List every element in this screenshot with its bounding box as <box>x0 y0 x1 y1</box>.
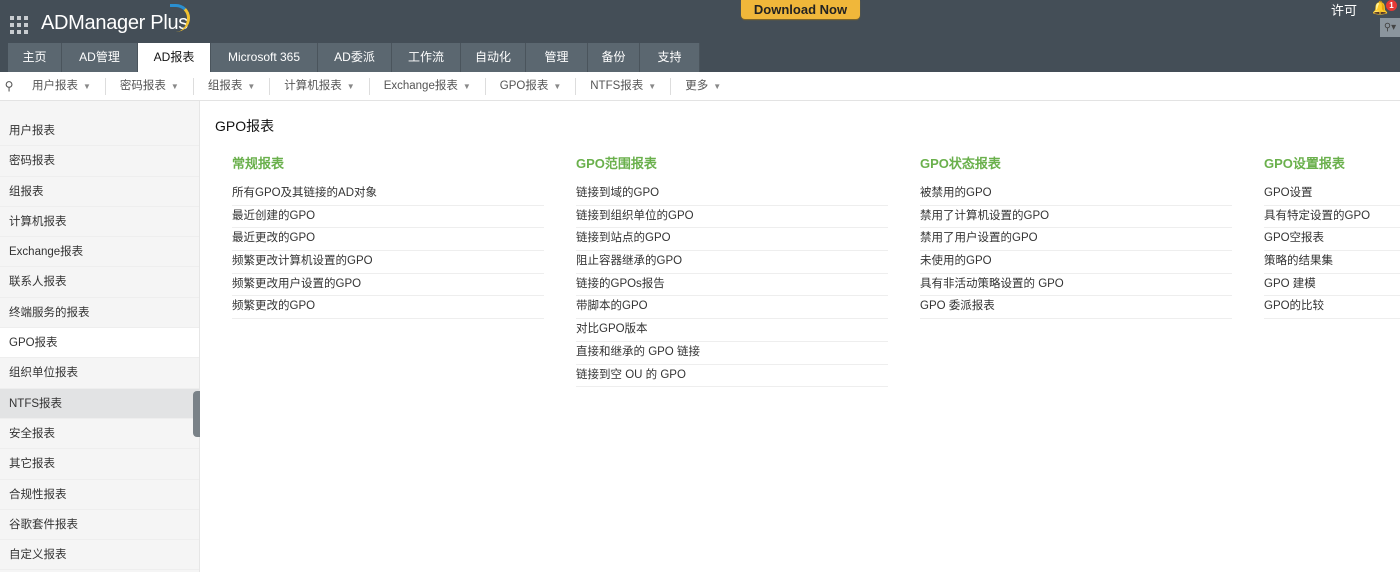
sidebar-item[interactable]: 终端服务的报表 <box>0 298 199 329</box>
license-link[interactable]: 许可 <box>1331 0 1357 19</box>
report-link[interactable]: 链接到空 OU 的 GPO <box>576 365 888 388</box>
subnav-password-reports[interactable]: 密码报表 ▼ <box>106 77 194 95</box>
subnav-label: 用户报表 <box>32 79 78 92</box>
subnav-label: 计算机报表 <box>284 79 342 92</box>
caret-down-icon: ▼ <box>713 81 722 91</box>
report-category-column: GPO状态报表被禁用的GPO 禁用了计算机设置的GPO 禁用了用户设置的GPO 未使用… <box>920 153 1232 320</box>
subnav-label: 密码报表 <box>119 79 166 92</box>
report-link[interactable]: 未使用的GPO <box>920 251 1232 274</box>
tab-ad-delegation[interactable]: AD委派 <box>318 43 392 72</box>
tab-home[interactable]: 主页 <box>8 43 62 72</box>
subnav-label: NTFS报表 <box>590 79 644 92</box>
sidebar-item[interactable]: 谷歌套件报表 <box>0 510 199 541</box>
sidebar-item[interactable]: 组织单位报表 <box>0 358 199 389</box>
subnav-label: 更多 <box>685 79 709 92</box>
category-title: GPO设置报表 <box>1264 156 1345 171</box>
sidebar-item[interactable]: 组报表 <box>0 177 199 207</box>
subnav-more[interactable]: 更多 ▼ <box>671 78 735 95</box>
subnav-label: Exchange报表 <box>383 79 458 92</box>
sidebar-item[interactable]: 联系人报表 <box>0 267 199 298</box>
report-link[interactable]: 被禁用的GPO <box>920 183 1232 206</box>
report-link[interactable]: 频繁更改计算机设置的GPO <box>232 251 544 274</box>
app-logo[interactable]: ADManager Plus <box>41 12 188 35</box>
sidebar-item[interactable]: 用户报表 <box>0 116 199 147</box>
sidebar-item[interactable]: 其它报表 <box>0 449 199 480</box>
report-link[interactable]: 禁用了用户设置的GPO <box>920 228 1232 252</box>
sidebar-item[interactable]: 自定义报表 <box>0 540 199 571</box>
subnav-gpo-reports[interactable]: GPO报表 ▼ <box>486 77 577 95</box>
tab-microsoft-365[interactable]: Microsoft 365 <box>211 43 318 72</box>
report-link[interactable]: 策略的结果集 <box>1264 251 1400 274</box>
report-link[interactable]: 最近更改的GPO <box>232 228 544 252</box>
report-link[interactable]: 对比GPO版本 <box>576 319 888 342</box>
top-header: ADManager Plus Download Now 许可 🔔 1 ⚲▾ 主页… <box>0 0 1400 72</box>
report-subnav: ⚲ 用户报表 ▼ 密码报表 ▼ 组报表 ▼ 计算机报表 ▼ Exchange报表 ▼ GP… <box>0 72 1400 101</box>
sidebar-item[interactable]: 密码报表 <box>0 146 199 177</box>
caret-down-icon: ▼ <box>648 81 657 91</box>
report-link[interactable]: 阻止容器继承的GPO <box>576 251 888 274</box>
sidebar-item[interactable]: GPO报表 <box>0 328 199 359</box>
report-category-column: GPO设置报表 GPO设置 具有特定设置的GPO GPO空报表 策略的结果集 GPO 建模… <box>1264 153 1400 320</box>
search-icon[interactable]: ⚲ <box>0 79 18 93</box>
subnav-label: GPO报表 <box>499 79 549 92</box>
caret-down-icon: ▼ <box>83 81 91 91</box>
report-link[interactable]: 具有非活动策略设置的 GPO <box>920 274 1232 297</box>
report-link[interactable]: 频繁更改的GPO <box>232 296 544 320</box>
category-title: 常规报表 <box>232 156 285 171</box>
category-title: GPO状态报表 <box>920 156 1001 171</box>
subnav-label: 组报表 <box>207 79 243 92</box>
sidebar-item[interactable]: 安全报表 <box>0 419 199 450</box>
report-category-column: 常规报表所有GPO及其链接的AD对象 最近创建的GPO 最近更改的GPO 频繁更改计算… <box>232 153 544 320</box>
report-link[interactable]: GPO设置 <box>1264 183 1400 206</box>
sidebar-item[interactable]: Exchange报表 <box>0 237 199 268</box>
report-link[interactable]: 链接到组织单位的GPO <box>576 206 888 229</box>
caret-down-icon: ▼ <box>170 81 179 91</box>
page-title: GPO报表 <box>215 118 275 134</box>
sidebar-item[interactable]: NTFS报表 <box>0 388 199 419</box>
subnav-computer-reports[interactable]: 计算机报表 ▼ <box>270 77 370 95</box>
sidebar-item[interactable]: 合规性报表 <box>0 480 199 510</box>
app-grid-icon[interactable] <box>10 16 28 34</box>
report-link[interactable]: 链接到站点的GPO <box>576 228 888 252</box>
subnav-ntfs-reports[interactable]: NTFS报表 ▼ <box>576 77 672 95</box>
subnav-group-reports[interactable]: 组报表 ▼ <box>194 77 271 95</box>
report-link[interactable]: 具有特定设置的GPO <box>1264 206 1400 229</box>
tab-ad-management[interactable]: AD管理 <box>62 43 138 72</box>
report-link[interactable]: 直接和继承的 GPO 链接 <box>576 342 888 365</box>
sidebar-collapse-handle[interactable] <box>193 391 200 437</box>
report-category-column: GPO范围报表链接到域的GPO 链接到组织单位的GPO 链接到站点的GPO 阻止容器继… <box>576 153 888 388</box>
tab-ad-reports[interactable]: AD报表 <box>138 43 211 72</box>
report-link[interactable]: 链接到域的GPO <box>576 183 888 206</box>
report-link[interactable]: GPO 委派报表 <box>920 296 1232 320</box>
subnav-user-reports[interactable]: 用户报表 ▼ <box>18 77 106 95</box>
report-link[interactable]: 链接的GPOs报告 <box>576 274 888 297</box>
report-link[interactable]: 带脚本的GPO <box>576 296 888 320</box>
tab-support[interactable]: 支持 <box>640 43 700 72</box>
tab-workflow[interactable]: 工作流 <box>392 43 461 72</box>
report-link[interactable]: 最近创建的GPO <box>232 206 544 229</box>
search-dropdown-icon[interactable]: ⚲▾ <box>1380 18 1400 37</box>
tab-backup[interactable]: 备份 <box>588 43 640 72</box>
caret-down-icon: ▼ <box>462 81 471 91</box>
category-title: GPO范围报表 <box>576 156 657 171</box>
caret-down-icon: ▼ <box>346 81 355 91</box>
caret-down-icon: ▼ <box>247 81 256 91</box>
tab-automation[interactable]: 自动化 <box>461 43 526 72</box>
notification-badge: 1 <box>1386 0 1397 11</box>
tab-admin[interactable]: 管理 <box>526 43 588 72</box>
report-link[interactable]: GPO空报表 <box>1264 228 1400 252</box>
caret-down-icon: ▼ <box>553 81 562 91</box>
report-link[interactable]: GPO的比较 <box>1264 296 1400 320</box>
report-link[interactable]: 禁用了计算机设置的GPO <box>920 206 1232 229</box>
report-link[interactable]: 所有GPO及其链接的AD对象 <box>232 183 544 206</box>
main-tabs: 主页 AD管理 AD报表 Microsoft 365 AD委派 工作流 自动化 … <box>8 43 700 72</box>
download-now-button[interactable]: Download Now <box>741 0 860 19</box>
report-link[interactable]: GPO 建模 <box>1264 274 1400 297</box>
subnav-exchange-reports[interactable]: Exchange报表 ▼ <box>370 77 486 95</box>
sidebar-item[interactable]: 计算机报表 <box>0 207 199 238</box>
report-link[interactable]: 频繁更改用户设置的GPO <box>232 274 544 297</box>
sidebar: 用户报表 密码报表 组报表 计算机报表 Exchange报表 联系人报表 终端服务的报表 GP… <box>0 101 200 572</box>
